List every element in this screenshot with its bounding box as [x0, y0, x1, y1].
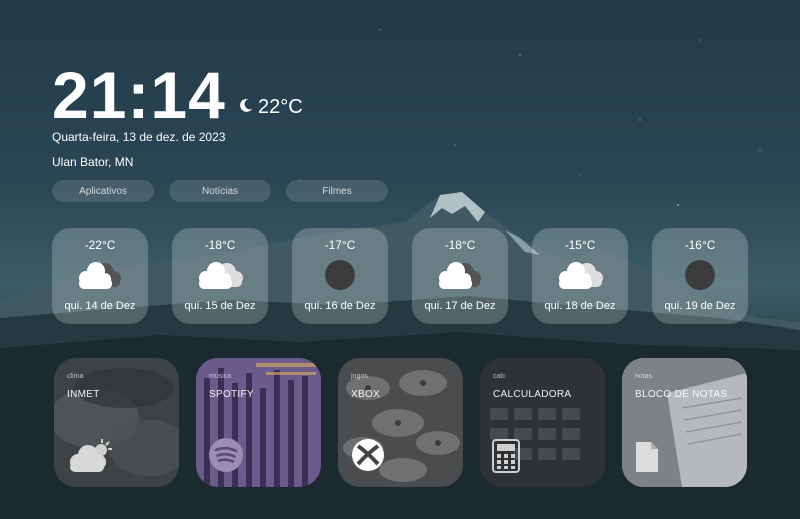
forecast-date: qui. 15 de Dez — [184, 300, 256, 312]
tab-filmes[interactable]: Filmes — [286, 180, 388, 202]
app-tile-xbox[interactable]: jogos XBOX — [338, 358, 463, 487]
app-category: calc — [493, 373, 506, 380]
moon-icon — [238, 96, 254, 119]
calculator-icon — [492, 439, 520, 473]
forecast-temp: -15°C — [564, 238, 596, 252]
forecast-temp: -18°C — [204, 238, 236, 252]
forecast-date: qui. 18 de Dez — [544, 300, 616, 312]
category-tabs: Aplicativos Notícias Filmes — [52, 180, 388, 202]
forecast-day[interactable]: -17°C qui. 16 de Dez — [292, 228, 388, 324]
xbox-icon — [352, 439, 384, 471]
app-category: música — [209, 373, 232, 380]
forecast-day[interactable]: -22°C qui. 14 de Dez — [52, 228, 148, 324]
cloud-light-icon — [559, 262, 603, 289]
app-name: BLOCO DE NOTAS — [635, 389, 728, 400]
forecast-temp: -18°C — [444, 238, 476, 252]
forecast-day[interactable]: -16°C qui. 19 de Dez — [652, 228, 748, 324]
forecast-day[interactable]: -15°C qui. 18 de Dez — [532, 228, 628, 324]
cloud-light-icon — [199, 262, 243, 289]
app-tile-spotify[interactable]: música SPOTIFY — [196, 358, 321, 487]
app-name: INMET — [67, 389, 100, 400]
cloud-dark-icon — [439, 262, 481, 289]
app-category: jogos — [351, 373, 368, 380]
current-date: Quarta-feira, 13 de dez. de 2023 — [52, 130, 226, 144]
app-name: SPOTIFY — [209, 389, 254, 400]
forecast-temp: -22°C — [84, 238, 116, 252]
weather-forecast: -22°C qui. 14 de Dez -18°C qui. 15 de De… — [52, 228, 748, 324]
partly-cloudy-icon — [70, 439, 112, 472]
app-category: notas — [635, 373, 653, 380]
clock-time: 21:14 — [52, 58, 226, 132]
current-temperature: 22°C — [258, 96, 303, 118]
forecast-day[interactable]: -18°C qui. 15 de Dez — [172, 228, 268, 324]
forecast-date: qui. 19 de Dez — [664, 300, 736, 312]
app-tile-inmet[interactable]: clima INMET — [54, 358, 179, 487]
forecast-temp: -16°C — [684, 238, 716, 252]
dark-circle-icon — [685, 260, 715, 290]
forecast-date: qui. 14 de Dez — [64, 300, 136, 312]
forecast-date: qui. 17 de Dez — [424, 300, 496, 312]
dark-circle-icon — [325, 260, 355, 290]
location: Ulan Bator, MN — [52, 155, 134, 169]
cloud-dark-icon — [79, 262, 121, 289]
forecast-day[interactable]: -18°C qui. 17 de Dez — [412, 228, 508, 324]
forecast-temp: -17°C — [324, 238, 356, 252]
app-grid: clima INMET música SPOTIFY jogos XBOX ca… — [54, 358, 747, 487]
document-icon — [636, 442, 658, 472]
app-name: CALCULADORA — [493, 389, 572, 400]
tab-noticias[interactable]: Notícias — [169, 180, 271, 202]
app-name: XBOX — [351, 389, 380, 400]
app-tile-calculadora[interactable]: calc CALCULADORA — [480, 358, 605, 487]
current-weather: 22°C — [238, 96, 303, 119]
app-tile-bloco-de-notas[interactable]: notas BLOCO DE NOTAS — [622, 358, 747, 487]
tab-aplicativos[interactable]: Aplicativos — [52, 180, 154, 202]
forecast-date: qui. 16 de Dez — [304, 300, 376, 312]
app-category: clima — [67, 373, 84, 380]
spotify-icon — [209, 438, 243, 472]
